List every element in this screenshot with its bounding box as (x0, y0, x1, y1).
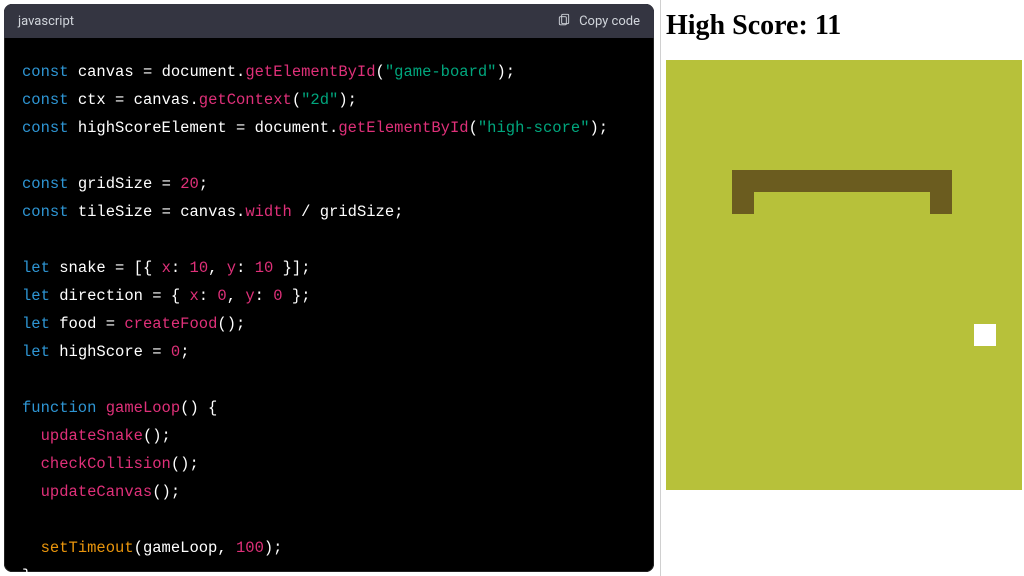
snake-segment (864, 170, 886, 192)
high-score-display: High Score: 11 (666, 10, 1022, 42)
game-board[interactable] (666, 60, 1022, 490)
high-score-label: High Score: (666, 10, 815, 41)
snake-segment (886, 170, 908, 192)
code-header: javascript Copy code (4, 4, 654, 38)
snake-segment (776, 170, 798, 192)
snake-segment (842, 170, 864, 192)
food (974, 324, 996, 346)
code-block: javascript Copy code const canvas = docu… (4, 4, 654, 572)
clipboard-icon (557, 12, 571, 30)
snake-segment (930, 170, 952, 192)
snake-segment (908, 170, 930, 192)
copy-code-button[interactable]: Copy code (557, 12, 640, 30)
snake-segment (732, 192, 754, 214)
snake-segment (754, 170, 776, 192)
snake-segment (930, 192, 952, 214)
high-score-value: 11 (815, 10, 841, 41)
snake-segment (820, 170, 842, 192)
snake-segment (798, 170, 820, 192)
copy-code-label: Copy code (579, 14, 640, 29)
code-content[interactable]: const canvas = document.getElementById("… (4, 38, 654, 572)
snake-segment (732, 170, 754, 192)
code-language-label: javascript (18, 14, 74, 29)
